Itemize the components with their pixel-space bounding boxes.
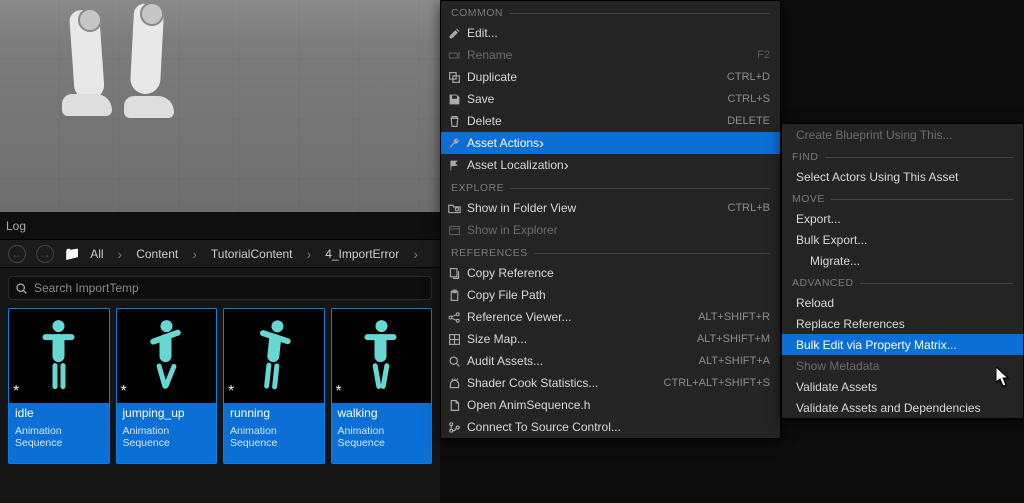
- asset-name: walking: [332, 403, 432, 423]
- asset-tile[interactable]: * walking Animation Sequence: [331, 308, 433, 464]
- menu-item-source-control[interactable]: Connect To Source Control...: [441, 416, 780, 438]
- grid-icon: [447, 332, 461, 346]
- asset-type: Animation Sequence: [117, 423, 217, 463]
- submenu-section-find: FIND: [782, 145, 1023, 166]
- menu-item-reference-viewer[interactable]: Reference Viewer...ALT+SHIFT+R: [441, 306, 780, 328]
- menu-item-open-header[interactable]: Open AnimSequence.h: [441, 394, 780, 416]
- menu-section-common: COMMON: [441, 1, 780, 22]
- submenu-item-create-blueprint[interactable]: Create Blueprint Using This...: [782, 124, 1023, 145]
- save-icon: [447, 92, 461, 106]
- audit-icon: [447, 354, 461, 368]
- flag-icon: [447, 158, 461, 172]
- nav-back-button[interactable]: ←: [8, 245, 26, 263]
- submenu-item-reload[interactable]: Reload: [782, 292, 1023, 313]
- graph-icon: [447, 310, 461, 324]
- submenu-item-bulk-export[interactable]: Bulk Export...: [782, 229, 1023, 250]
- submenu-item-export[interactable]: Export...: [782, 208, 1023, 229]
- asset-name: idle: [9, 403, 109, 423]
- breadcrumb-all[interactable]: All: [90, 247, 103, 261]
- breadcrumb-item[interactable]: TutorialContent: [211, 247, 293, 261]
- submenu-item-show-metadata[interactable]: Show Metadata: [782, 355, 1023, 376]
- chevron-right-icon: [188, 246, 201, 262]
- menu-item-copy-path[interactable]: Copy File Path: [441, 284, 780, 306]
- context-menu: COMMON Edit... RenameF2 DuplicateCTRL+D …: [440, 0, 781, 439]
- breadcrumb-item[interactable]: 4_ImportError: [325, 247, 399, 261]
- unsaved-star-icon: *: [336, 383, 342, 401]
- log-title: Log: [0, 212, 440, 240]
- search-input[interactable]: Search ImportTemp: [8, 276, 432, 300]
- duplicate-icon: [447, 70, 461, 84]
- asset-name: running: [224, 403, 324, 423]
- asset-grid: * idle Animation Sequence * jumping_up A…: [0, 308, 440, 464]
- menu-item-asset-localization[interactable]: Asset Localization: [441, 154, 780, 176]
- submenu-item-replace-references[interactable]: Replace References: [782, 313, 1023, 334]
- chevron-right-icon: [539, 135, 544, 152]
- menu-item-shader-cook[interactable]: Shader Cook Statistics...CTRL+ALT+SHIFT+…: [441, 372, 780, 394]
- breadcrumb-item[interactable]: Content: [136, 247, 178, 261]
- cook-icon: [447, 376, 461, 390]
- menu-item-copy-reference[interactable]: Copy Reference: [441, 262, 780, 284]
- menu-item-edit[interactable]: Edit...: [441, 22, 780, 44]
- submenu-section-advanced: ADVANCED: [782, 271, 1023, 292]
- viewport-character: [40, 0, 220, 135]
- rename-icon: [447, 48, 461, 62]
- submenu-item-validate-assets-dependencies[interactable]: Validate Assets and Dependencies: [782, 397, 1023, 418]
- breadcrumb-bar: ← → All Content TutorialContent 4_Import…: [0, 240, 440, 268]
- wrench-icon: [447, 136, 461, 150]
- trash-icon: [447, 114, 461, 128]
- pencil-icon: [447, 26, 461, 40]
- asset-tile[interactable]: * jumping_up Animation Sequence: [116, 308, 218, 464]
- menu-item-size-map[interactable]: Size Map...ALT+SHIFT+M: [441, 328, 780, 350]
- menu-item-show-explorer[interactable]: Show in Explorer: [441, 219, 780, 241]
- menu-item-show-folder[interactable]: Show in Folder ViewCTRL+B: [441, 197, 780, 219]
- clipboard-icon: [447, 288, 461, 302]
- unsaved-star-icon: *: [121, 383, 127, 401]
- menu-item-save[interactable]: SaveCTRL+S: [441, 88, 780, 110]
- menu-item-duplicate[interactable]: DuplicateCTRL+D: [441, 66, 780, 88]
- content-browser-panel: Log ← → All Content TutorialContent 4_Im…: [0, 212, 440, 503]
- menu-item-asset-actions[interactable]: Asset Actions: [441, 132, 780, 154]
- asset-tile[interactable]: * idle Animation Sequence: [8, 308, 110, 464]
- asset-type: Animation Sequence: [332, 423, 432, 463]
- chevron-right-icon: [303, 246, 316, 262]
- nav-forward-button[interactable]: →: [36, 245, 54, 263]
- menu-section-explore: EXPLORE: [441, 176, 780, 197]
- file-icon: [447, 398, 461, 412]
- copy-icon: [447, 266, 461, 280]
- asset-name: jumping_up: [117, 403, 217, 423]
- chevron-right-icon: [409, 246, 422, 262]
- submenu-section-move: MOVE: [782, 187, 1023, 208]
- submenu-item-migrate[interactable]: Migrate...: [782, 250, 1023, 271]
- folder-search-icon: [447, 201, 461, 215]
- viewport-3d[interactable]: [0, 0, 440, 212]
- asset-actions-submenu: Create Blueprint Using This... FIND Sele…: [781, 123, 1024, 419]
- folder-icon: [64, 246, 80, 262]
- asset-type: Animation Sequence: [9, 423, 109, 463]
- asset-type: Animation Sequence: [224, 423, 324, 463]
- unsaved-star-icon: *: [228, 383, 234, 401]
- submenu-item-validate-assets[interactable]: Validate Assets: [782, 376, 1023, 397]
- menu-section-references: REFERENCES: [441, 241, 780, 262]
- search-icon: [15, 282, 28, 295]
- asset-tile[interactable]: * running Animation Sequence: [223, 308, 325, 464]
- unsaved-star-icon: *: [13, 383, 19, 401]
- search-placeholder: Search ImportTemp: [34, 281, 139, 295]
- chevron-right-icon: [114, 246, 127, 262]
- chevron-right-icon: [564, 157, 569, 174]
- submenu-item-bulk-edit-matrix[interactable]: Bulk Edit via Property Matrix...: [782, 334, 1023, 355]
- menu-item-delete[interactable]: DeleteDELETE: [441, 110, 780, 132]
- menu-item-audit-assets[interactable]: Audit Assets...ALT+SHIFT+A: [441, 350, 780, 372]
- submenu-item-select-actors[interactable]: Select Actors Using This Asset: [782, 166, 1023, 187]
- explorer-icon: [447, 223, 461, 237]
- menu-item-rename[interactable]: RenameF2: [441, 44, 780, 66]
- branch-icon: [447, 420, 461, 434]
